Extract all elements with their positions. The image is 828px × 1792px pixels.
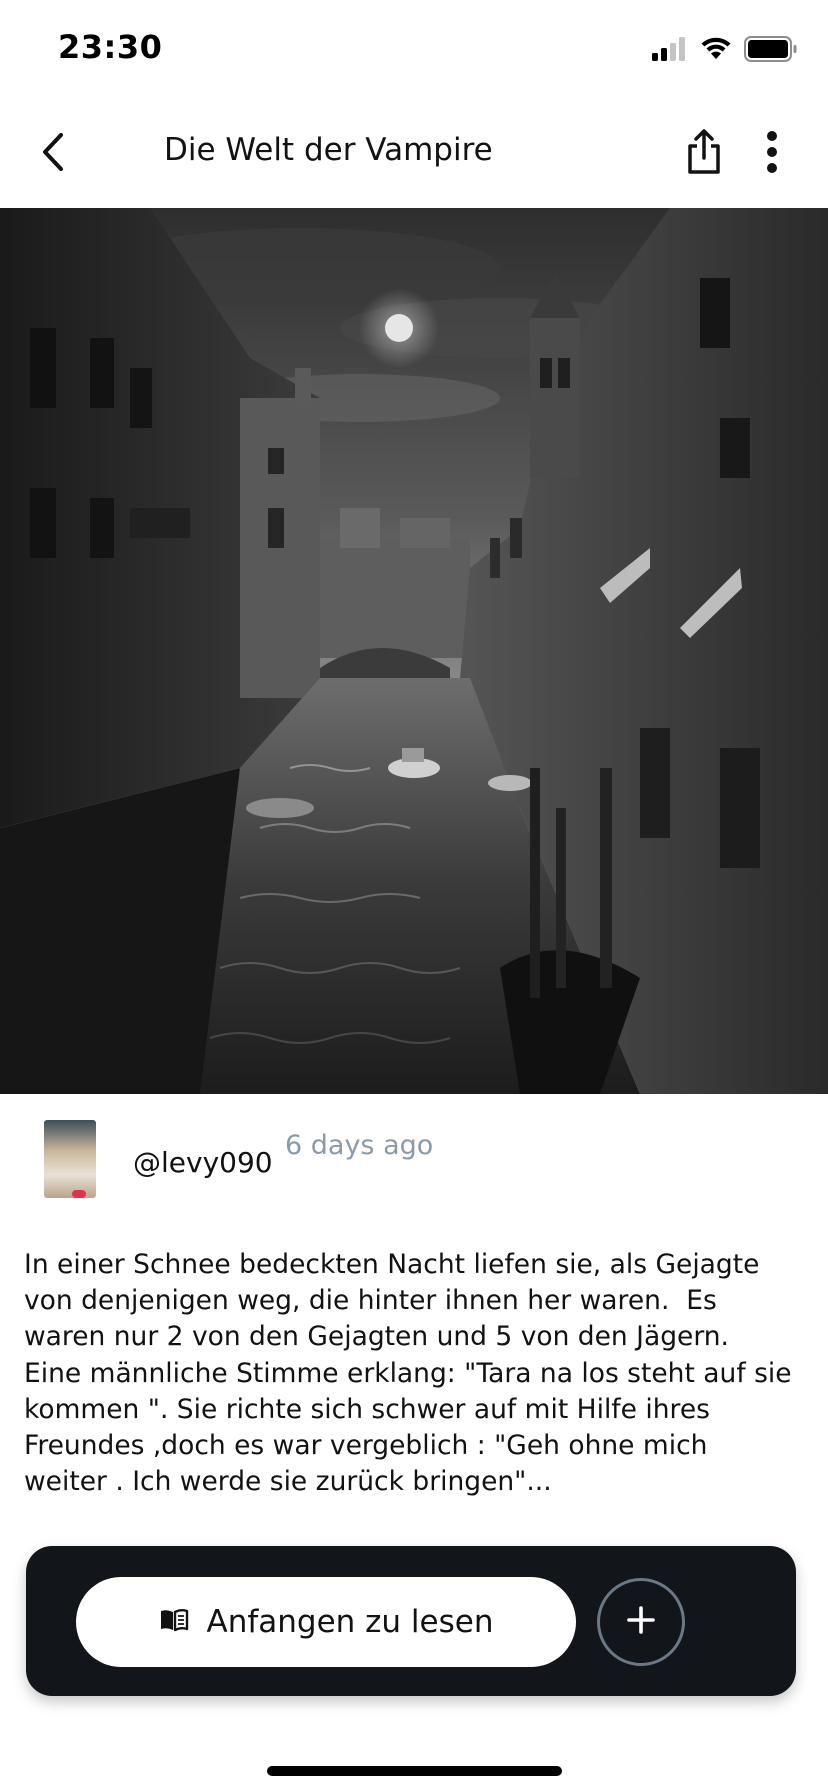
back-icon: [39, 132, 69, 176]
back-button[interactable]: [26, 126, 82, 182]
status-bar: 23:30: [0, 0, 828, 100]
post-timestamp: 6 days ago: [285, 1130, 434, 1161]
action-panel: Anfangen zu lesen: [26, 1546, 796, 1696]
cover-image: [0, 208, 828, 1094]
avatar-badge: [72, 1190, 86, 1198]
nav-bar: Die Welt der Vampire: [0, 100, 828, 208]
more-icon: [766, 130, 778, 178]
book-icon: [159, 1608, 189, 1636]
status-icons: [652, 36, 798, 66]
avatar[interactable]: [44, 1120, 96, 1198]
share-icon: [685, 128, 723, 180]
story-excerpt: In einer Schnee bedeckten Nacht liefen s…: [24, 1249, 792, 1498]
wifi-icon: [700, 37, 732, 65]
start-reading-button[interactable]: Anfangen zu lesen: [76, 1577, 576, 1667]
share-button[interactable]: [676, 124, 732, 184]
status-time: 23:30: [58, 28, 163, 66]
plus-icon: [627, 1606, 655, 1638]
more-options-button[interactable]: [752, 124, 792, 184]
battery-icon: [744, 36, 798, 66]
add-to-library-button[interactable]: [597, 1578, 685, 1666]
author-row: @levy090 6 days ago: [0, 1094, 828, 1224]
author-handle[interactable]: @levy090: [133, 1146, 273, 1179]
home-indicator[interactable]: [267, 1766, 562, 1776]
signal-icon: [652, 37, 688, 65]
start-reading-label: Anfangen zu lesen: [206, 1604, 494, 1640]
page-title: Die Welt der Vampire: [164, 132, 493, 168]
